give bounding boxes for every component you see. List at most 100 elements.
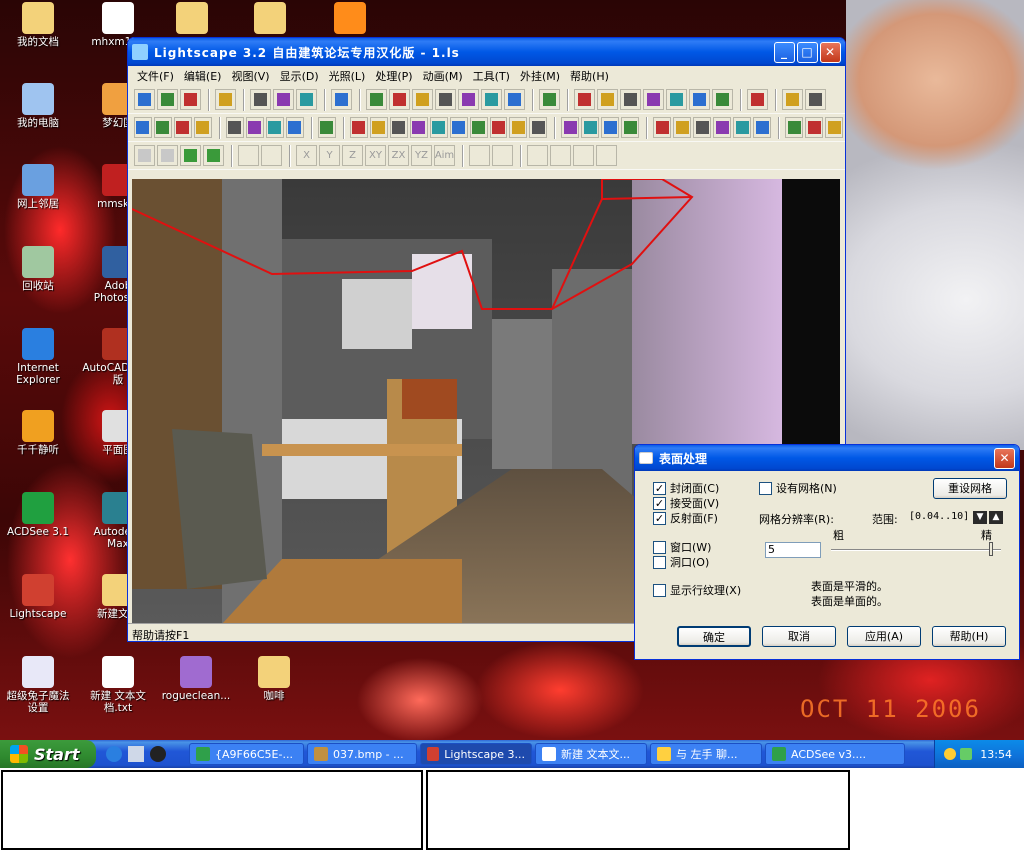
minimize-button[interactable]: _ [774, 41, 795, 63]
row2-tool-icon-0[interactable] [134, 117, 152, 138]
row1-tool-icon-16[interactable] [574, 89, 595, 110]
row2-tool-icon-19[interactable] [561, 117, 580, 138]
checkbox-box[interactable] [653, 583, 666, 597]
taskbar-item-3[interactable]: 新建 文本文... [535, 743, 647, 765]
row1-tool-icon-20[interactable] [666, 89, 687, 110]
row2-tool-icon-21[interactable] [601, 117, 620, 138]
walk-icon-1[interactable] [550, 145, 571, 166]
desktop-top-icon-1[interactable] [234, 2, 306, 36]
axis-view-button-4[interactable]: ZX [388, 145, 409, 166]
desktop-icon-19[interactable]: 咖啡 [238, 656, 310, 702]
show-desktop-icon[interactable] [128, 746, 144, 762]
taskbar-item-4[interactable]: 与 左手 聊... [650, 743, 762, 765]
row2-tool-icon-14[interactable] [449, 117, 468, 138]
row2-tool-icon-3[interactable] [193, 117, 212, 138]
axis-view-button-1[interactable]: Y [319, 145, 340, 166]
network-icon[interactable] [960, 748, 973, 760]
window-titlebar[interactable]: Lightscape 3.2 自由建筑论坛专用汉化版 - 1.ls _ □ ✕ [128, 38, 845, 66]
row2-tool-icon-25[interactable] [693, 117, 712, 138]
resolution-input[interactable]: 5 [765, 542, 821, 558]
render-mode-icon-3[interactable] [203, 145, 224, 166]
dialog-checkbox-2[interactable]: ✓ 反射面(F) [653, 510, 718, 526]
tray-icon[interactable] [944, 748, 957, 760]
menu-item-2[interactable]: 视图(V) [226, 68, 274, 84]
row1-tool-icon-25[interactable] [805, 89, 826, 110]
row1-tool-icon-15[interactable] [539, 89, 560, 110]
render-mode-icon-0[interactable] [134, 145, 155, 166]
row1-tool-icon-18[interactable] [620, 89, 641, 110]
navigate-icon-0[interactable] [238, 145, 259, 166]
menu-item-3[interactable]: 显示(D) [275, 68, 324, 84]
row1-tool-icon-14[interactable] [504, 89, 525, 110]
axis-view-button-3[interactable]: XY [365, 145, 386, 166]
dialog-titlebar[interactable]: 表面处理 ✕ [635, 445, 1019, 471]
desktop-icon-0[interactable]: 我的文档 [2, 2, 74, 48]
navigate-icon-1[interactable] [261, 145, 282, 166]
ie-quick-launch-icon[interactable] [106, 746, 122, 762]
start-button[interactable]: Start [0, 740, 96, 768]
row1-tool-icon-6[interactable] [296, 89, 317, 110]
menu-item-4[interactable]: 光照(L) [324, 68, 371, 84]
checkbox-box[interactable] [653, 540, 666, 554]
checkbox-box[interactable] [653, 555, 666, 569]
taskbar-item-2[interactable]: Lightscape 3... [420, 743, 532, 765]
desktop-icon-17[interactable]: 新建 文本文档.txt [82, 656, 154, 714]
help-button[interactable]: 帮助(H) [932, 626, 1006, 647]
row2-tool-icon-23[interactable] [653, 117, 672, 138]
row2-tool-icon-5[interactable] [245, 117, 264, 138]
row1-tool-icon-10[interactable] [412, 89, 433, 110]
row2-tool-icon-2[interactable] [173, 117, 192, 138]
axis-view-button-2[interactable]: Z [342, 145, 363, 166]
desktop-icon-12[interactable]: ACDSee 3.1 [2, 492, 74, 538]
walk-icon-2[interactable] [573, 145, 594, 166]
menu-item-6[interactable]: 动画(M) [418, 68, 468, 84]
menu-item-5[interactable]: 处理(P) [370, 68, 417, 84]
taskbar-item-1[interactable]: 037.bmp - ... [307, 743, 417, 765]
row1-tool-icon-24[interactable] [782, 89, 803, 110]
row2-tool-icon-17[interactable] [509, 117, 528, 138]
render-mode-icon-2[interactable] [180, 145, 201, 166]
row1-tool-icon-0[interactable] [134, 89, 155, 110]
desktop-icon-4[interactable]: 网上邻居 [2, 164, 74, 210]
dialog-checkbox-5[interactable]: 显示行纹理(X) [653, 582, 741, 598]
row1-tool-icon-12[interactable] [458, 89, 479, 110]
axis-view-button-6[interactable]: Aim [434, 145, 455, 166]
desktop-icon-10[interactable]: 千千静听 [2, 410, 74, 456]
row1-tool-icon-9[interactable] [389, 89, 410, 110]
row2-tool-icon-24[interactable] [673, 117, 692, 138]
mesh-checkbox[interactable]: 设有网格(N) [759, 480, 837, 496]
row1-tool-icon-21[interactable] [689, 89, 710, 110]
row2-tool-icon-31[interactable] [825, 117, 843, 138]
resolution-slider-thumb[interactable] [988, 542, 993, 556]
row2-tool-icon-20[interactable] [581, 117, 600, 138]
row1-tool-icon-22[interactable] [712, 89, 733, 110]
reset-mesh-button[interactable]: 重设网格 [933, 478, 1007, 499]
axis-view-button-5[interactable]: YZ [411, 145, 432, 166]
row2-tool-icon-28[interactable] [753, 117, 772, 138]
checkbox-box[interactable]: ✓ [653, 481, 666, 495]
range-down-arrow-icon[interactable]: ▼ [973, 511, 987, 524]
desktop-icon-16[interactable]: 超级兔子魔法设置 [2, 656, 74, 714]
row1-tool-icon-23[interactable] [747, 89, 768, 110]
desktop-icon-6[interactable]: 回收站 [2, 246, 74, 292]
row1-tool-icon-5[interactable] [273, 89, 294, 110]
close-button[interactable]: ✕ [820, 41, 841, 63]
row1-tool-icon-17[interactable] [597, 89, 618, 110]
dialog-close-button[interactable]: ✕ [994, 447, 1015, 469]
menu-item-1[interactable]: 编辑(E) [179, 68, 227, 84]
apply-button[interactable]: 应用(A) [847, 626, 921, 647]
row2-tool-icon-15[interactable] [469, 117, 488, 138]
row1-tool-icon-3[interactable] [215, 89, 236, 110]
taskbar-item-5[interactable]: ACDSee v3.... [765, 743, 905, 765]
dialog-checkbox-1[interactable]: ✓ 接受面(V) [653, 495, 719, 511]
row2-tool-icon-6[interactable] [265, 117, 284, 138]
row1-tool-icon-4[interactable] [250, 89, 271, 110]
walk-icon-3[interactable] [596, 145, 617, 166]
checkbox-box[interactable]: ✓ [653, 496, 666, 510]
axis-view-button-0[interactable]: X [296, 145, 317, 166]
row2-tool-icon-7[interactable] [285, 117, 304, 138]
walk-icon-0[interactable] [527, 145, 548, 166]
row1-tool-icon-1[interactable] [157, 89, 178, 110]
checkbox-box[interactable]: ✓ [653, 511, 666, 525]
row2-tool-icon-18[interactable] [529, 117, 548, 138]
